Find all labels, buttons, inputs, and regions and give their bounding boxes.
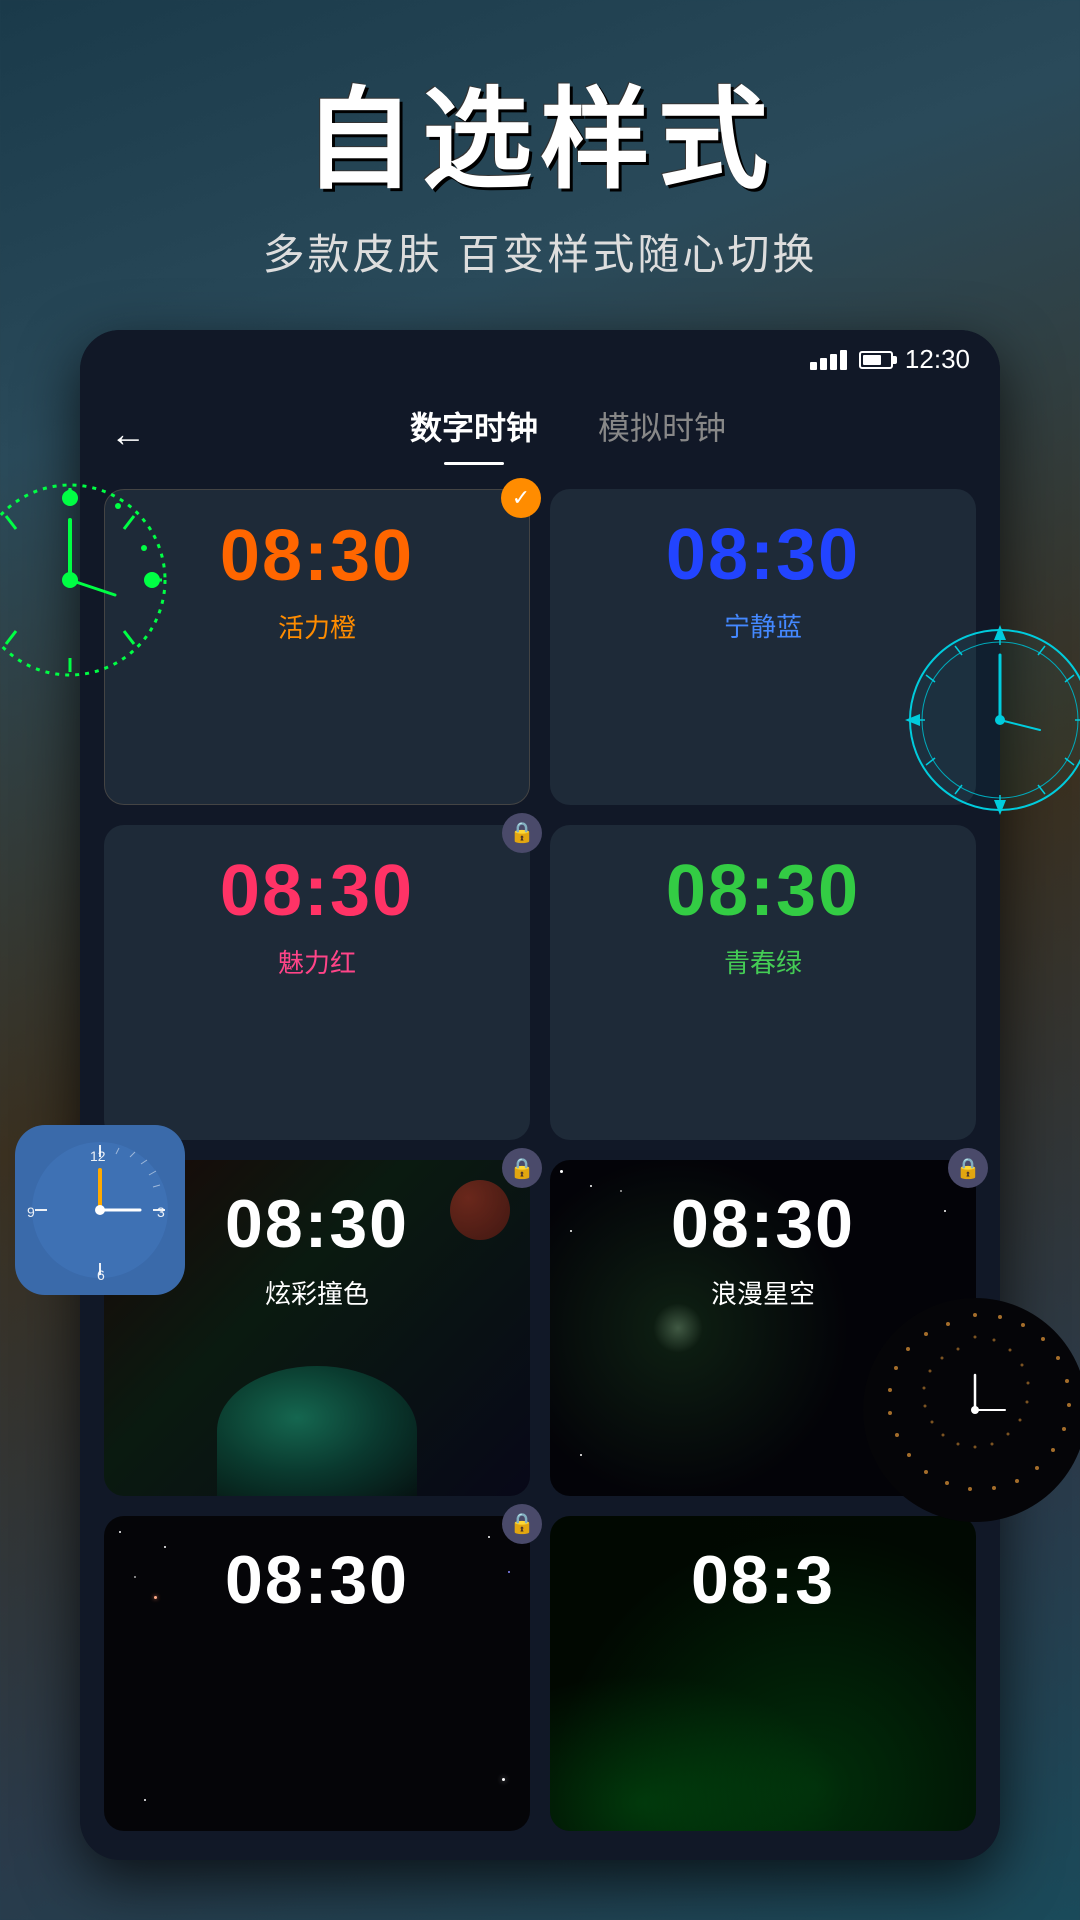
clock-label-colorful: 炫彩撞色 xyxy=(265,1274,369,1311)
lock-badge-pink: 🔒 xyxy=(502,813,542,853)
page-header: 自选样式 多款皮肤 百变样式随心切换 xyxy=(0,0,1080,322)
top-nav: ← 数字时钟 模拟时钟 xyxy=(80,383,1000,465)
clock-label-space: 浪漫星空 xyxy=(711,1274,815,1311)
clock-card-green[interactable]: 08:30 青春绿 xyxy=(550,825,976,1141)
clock-card-pink[interactable]: 🔒 08:30 魅力红 xyxy=(104,825,530,1141)
clock-label-orange: 活力橙 xyxy=(278,608,356,645)
main-title: 自选样式 xyxy=(0,80,1080,201)
clock-time-colorful: 08:30 xyxy=(225,1190,409,1258)
subtitle: 多款皮肤 百变样式随心切换 xyxy=(0,221,1080,282)
clock-label-pink: 魅力红 xyxy=(278,943,356,980)
clock-card-neon[interactable]: 08:3 xyxy=(550,1516,976,1832)
nav-tabs: 数字时钟 模拟时钟 xyxy=(166,403,970,465)
svg-text:9: 9 xyxy=(27,1204,35,1220)
lock-badge-space: 🔒 xyxy=(948,1148,988,1188)
status-time: 12:30 xyxy=(905,344,970,375)
selected-badge: ✓ xyxy=(501,478,541,518)
battery-icon xyxy=(859,351,893,369)
clock-card-dark1[interactable]: 🔒 08:30 xyxy=(104,1516,530,1832)
lock-badge-dark1: 🔒 xyxy=(502,1504,542,1544)
tab-digital[interactable]: 数字时钟 xyxy=(410,403,538,465)
svg-text:3: 3 xyxy=(157,1204,165,1220)
clock-time-space: 08:30 xyxy=(671,1190,855,1258)
lock-badge-colorful: 🔒 xyxy=(502,1148,542,1188)
phone-mockup: 12:30 ← 数字时钟 模拟时钟 ✓ 08:30 活力橙 08:30 宁静蓝 … xyxy=(80,330,1000,1860)
decorative-spiral-clock xyxy=(860,1295,1080,1530)
status-bar: 12:30 xyxy=(80,330,1000,383)
back-button[interactable]: ← xyxy=(110,413,166,455)
svg-text:12: 12 xyxy=(90,1148,106,1164)
svg-text:6: 6 xyxy=(97,1267,105,1283)
clock-time-orange: 08:30 xyxy=(220,520,414,592)
clock-time-blue: 08:30 xyxy=(666,519,860,591)
decorative-blue-square-clock: 12 3 6 9 xyxy=(15,1125,185,1300)
signal-indicator xyxy=(810,350,847,370)
clock-label-green: 青春绿 xyxy=(724,943,802,980)
clock-time-green: 08:30 xyxy=(666,855,860,927)
clock-grid: ✓ 08:30 活力橙 08:30 宁静蓝 🔒 08:30 魅力红 08:30 … xyxy=(80,465,1000,1855)
tab-analog[interactable]: 模拟时钟 xyxy=(598,403,726,465)
decorative-green-clock xyxy=(0,480,170,685)
clock-label-blue: 宁静蓝 xyxy=(724,607,802,644)
decorative-cyan-clock xyxy=(900,620,1080,825)
clock-time-pink: 08:30 xyxy=(220,855,414,927)
clock-time-dark1: 08:30 xyxy=(225,1546,409,1614)
clock-time-neon: 08:3 xyxy=(691,1546,835,1614)
